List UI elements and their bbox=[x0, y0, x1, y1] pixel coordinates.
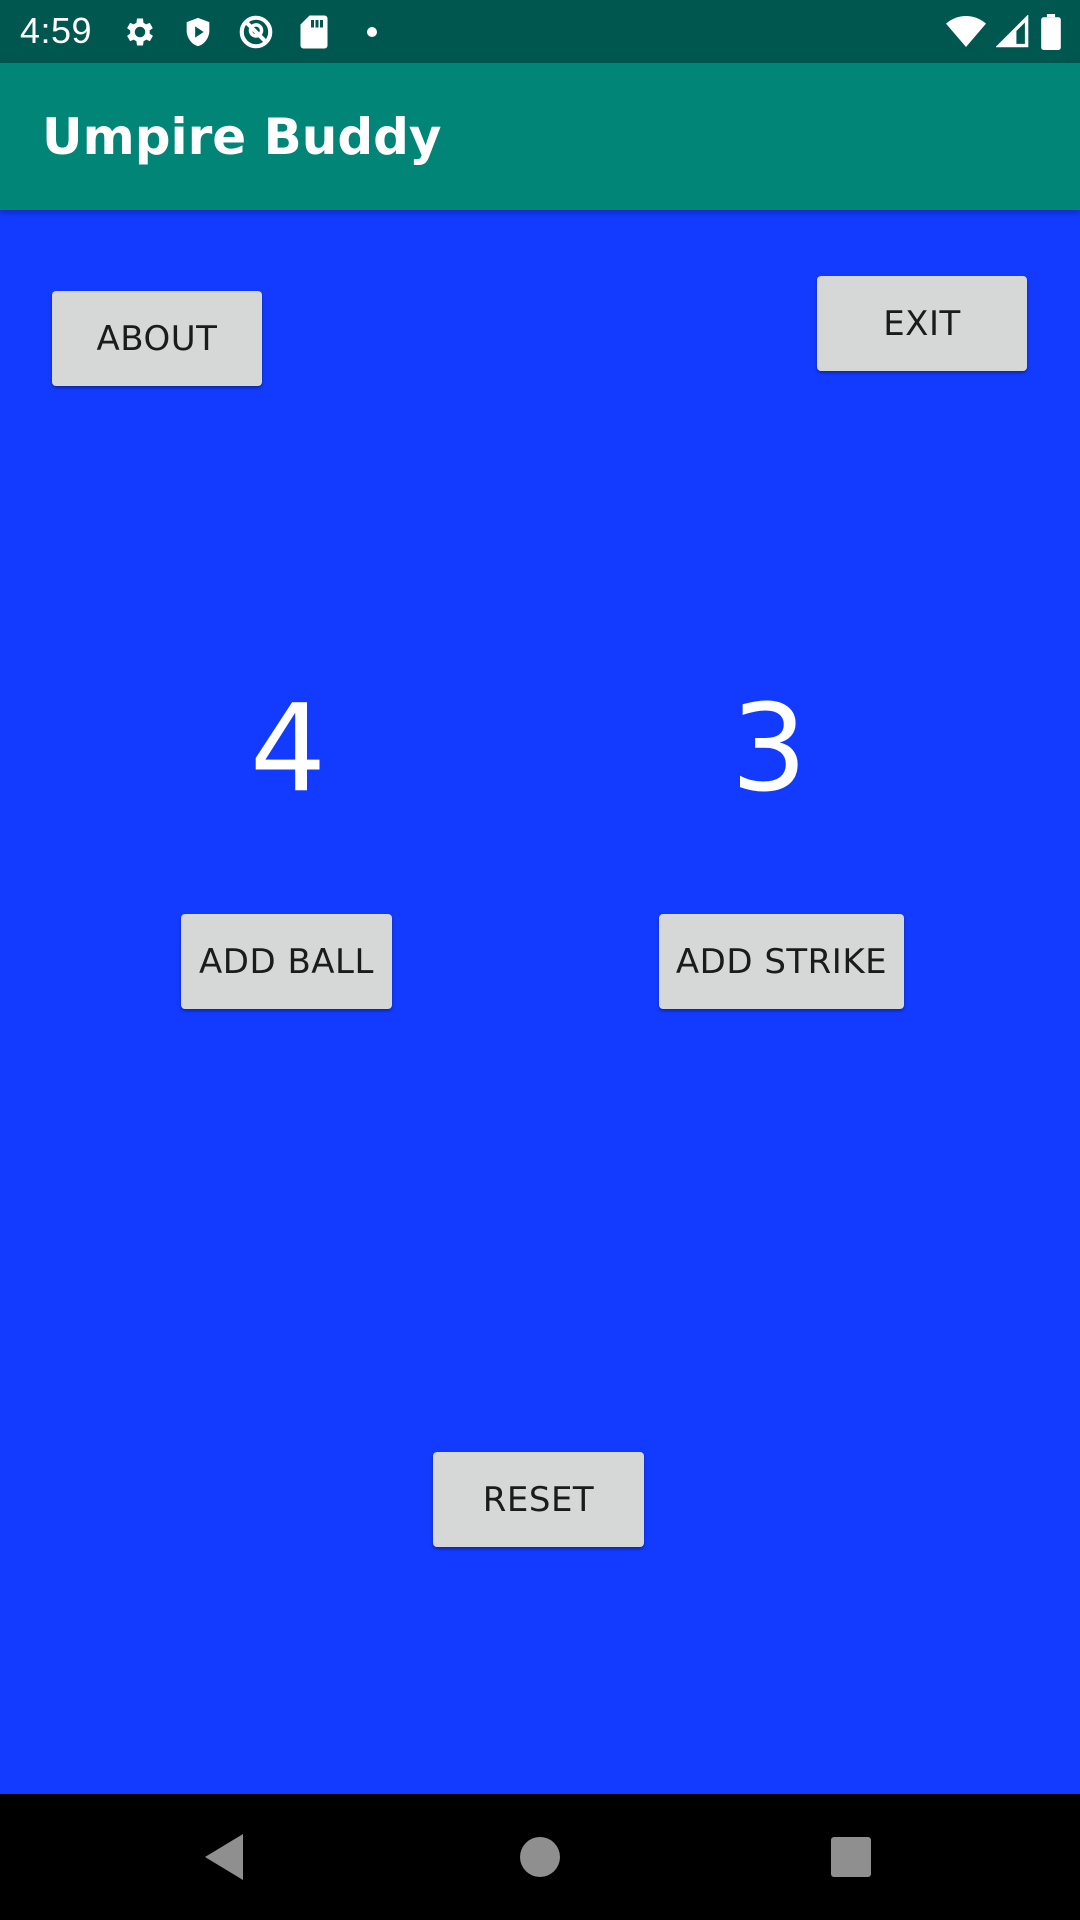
wifi-icon bbox=[946, 12, 986, 52]
about-button[interactable]: ABOUT bbox=[52, 291, 262, 386]
app-title: Umpire Buddy bbox=[42, 108, 442, 166]
back-icon[interactable] bbox=[195, 1827, 255, 1887]
home-icon[interactable] bbox=[510, 1827, 570, 1887]
reset-button[interactable]: RESET bbox=[433, 1452, 644, 1547]
no-location-icon bbox=[236, 12, 276, 52]
add-ball-button[interactable]: ADD BALL bbox=[181, 914, 392, 1009]
gear-icon bbox=[120, 12, 160, 52]
status-bar: 4:59 bbox=[0, 0, 1080, 63]
exit-button[interactable]: EXIT bbox=[817, 276, 1027, 371]
notification-dot-icon bbox=[352, 12, 392, 52]
status-time: 4:59 bbox=[20, 10, 93, 51]
strike-count: 3 bbox=[730, 680, 808, 819]
cell-signal-icon bbox=[996, 12, 1030, 52]
add-strike-button[interactable]: ADD STRIKE bbox=[659, 914, 904, 1009]
status-icons-left bbox=[120, 12, 410, 52]
recents-icon[interactable] bbox=[821, 1827, 881, 1887]
navigation-bar bbox=[0, 1794, 1080, 1920]
main-content: ABOUT EXIT 4 3 ADD BALL ADD STRIKE RESET bbox=[0, 210, 1080, 1794]
sd-card-icon bbox=[294, 12, 334, 52]
shield-play-icon bbox=[178, 12, 218, 52]
status-icons-right bbox=[936, 12, 1062, 52]
ball-count: 4 bbox=[249, 680, 327, 819]
battery-icon bbox=[1040, 12, 1062, 52]
app-bar: Umpire Buddy bbox=[0, 63, 1080, 210]
